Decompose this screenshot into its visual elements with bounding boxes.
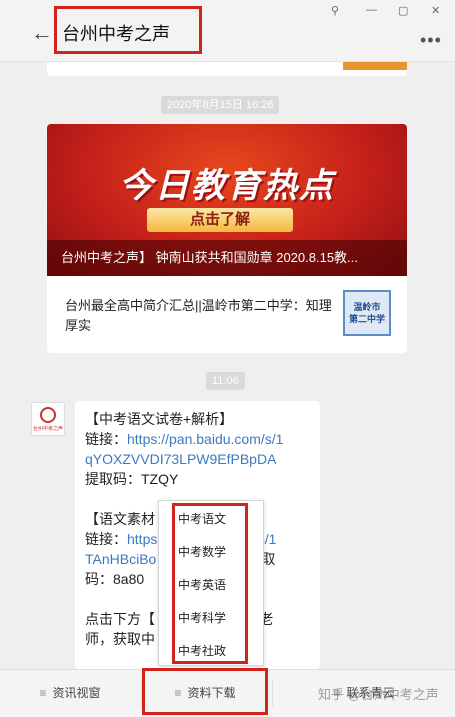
message-line: 链接：https://pan.baidu.com/s/1 (85, 429, 315, 449)
message-text: 码：8a80 (85, 571, 145, 587)
previous-article-thumbnail (343, 62, 407, 70)
message-line: 【中考语文试卷+解析】 (85, 409, 315, 429)
message-text: 【语文素材 (85, 511, 155, 527)
message-text: 链接： (85, 431, 127, 447)
menu-item-math[interactable]: 中考数学 (178, 542, 226, 562)
menu-item-social[interactable]: 中考社政 (178, 641, 226, 661)
message-link[interactable]: TAnHBciBo (85, 551, 156, 567)
banner-title: 今日教育热点 (119, 167, 335, 205)
minimize-icon[interactable]: — (366, 4, 377, 16)
message-text: 点击下方【 (85, 611, 155, 627)
maximize-icon[interactable]: ▢ (398, 4, 408, 17)
message-link[interactable]: qYOXZVVDI73LPW9EfPBpDA (85, 451, 276, 467)
chat-title: 台州中考之声 (62, 24, 170, 44)
tab-news-label: 资讯视窗 (52, 686, 101, 700)
article-caption[interactable]: 台州中考之声】 钟南山获共和国勋章 2020.8.15教... (47, 240, 407, 276)
article-subtitle[interactable]: 台州最全高中简介汇总||温岭市第二中学：知理 厚实 (65, 296, 343, 336)
banner-button[interactable]: 点击了解 (147, 208, 293, 232)
tab-news[interactable]: ≡ 资讯视窗 (0, 669, 140, 717)
message-line: qYOXZVVDI73LPW9EfPBpDA (85, 449, 315, 469)
menu-item-chinese[interactable]: 中考语文 (178, 509, 226, 529)
message-text: 提取码：TZQY (85, 471, 179, 487)
back-arrow-icon[interactable]: ← (31, 22, 53, 44)
pin-icon[interactable]: ⚲ (331, 4, 339, 17)
menu-icon: ≡ (39, 686, 47, 700)
tab-highlight-box (142, 668, 268, 715)
message-text: 链接： (85, 531, 127, 547)
more-options-icon[interactable]: ••• (420, 30, 442, 51)
menu-item-english[interactable]: 中考英语 (178, 575, 226, 595)
logo-icon (40, 407, 56, 423)
message-line: 提取码：TZQY (85, 469, 315, 489)
article-thumbnail[interactable]: 温岭市 第二中学 (343, 290, 391, 336)
thumbnail-text: 温岭市 第二中学 (348, 302, 385, 324)
article-card[interactable]: 今日教育热点 点击了解 台州中考之声】 钟南山获共和国勋章 2020.8.15教… (47, 124, 407, 353)
message-link[interactable]: https: (127, 531, 161, 547)
avatar[interactable]: 台州中考之声 (31, 402, 65, 436)
article-banner[interactable]: 今日教育热点 点击了解 台州中考之声】 钟南山获共和国勋章 2020.8.15教… (47, 124, 407, 276)
timestamp: 2020年8月15日 16:26 (161, 96, 280, 114)
previous-article-card[interactable] (47, 62, 407, 76)
timestamp: 11:06 (206, 372, 245, 390)
message-link[interactable]: https://pan.baidu.com/s/1 (127, 431, 283, 447)
menu-item-science[interactable]: 中考科学 (178, 608, 226, 628)
close-icon[interactable]: ✕ (431, 4, 440, 17)
watermark: 知乎 @台州中考之声 (318, 687, 439, 702)
message-text: 【中考语文试卷+解析】 (85, 411, 234, 427)
logo-text: 台州中考之声 (32, 426, 63, 432)
message-text: 师，获取中 (85, 631, 155, 647)
